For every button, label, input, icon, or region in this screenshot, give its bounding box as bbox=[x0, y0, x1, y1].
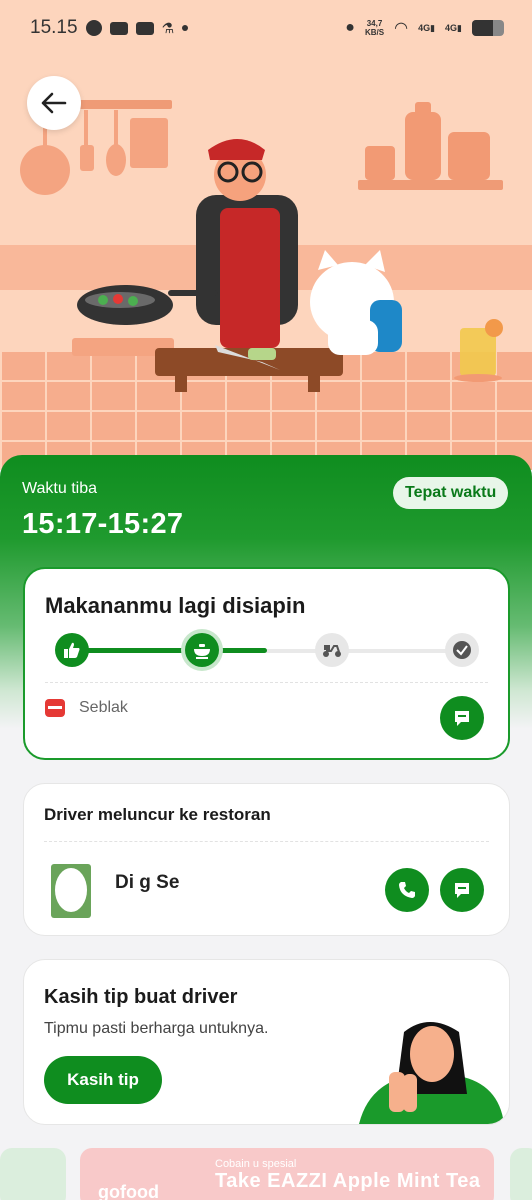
more-dot-icon bbox=[182, 25, 189, 31]
arrow-left-icon bbox=[41, 92, 67, 114]
kitchen-scene bbox=[20, 102, 503, 392]
order-progress bbox=[55, 633, 479, 669]
give-tip-button[interactable]: Kasih tip bbox=[44, 1056, 162, 1104]
ontime-badge: Tepat waktu bbox=[393, 477, 509, 509]
step-cooking bbox=[185, 633, 219, 667]
eta-time: 15:17-15:27 bbox=[22, 508, 184, 540]
order-item-row: Seblak bbox=[45, 699, 128, 717]
promo-card-main[interactable]: Cobain u spesial gofood Take EAZZI Apple… bbox=[80, 1148, 494, 1200]
avatar-face bbox=[55, 868, 87, 912]
step-delivering bbox=[315, 633, 349, 667]
hero-illustration bbox=[0, 0, 532, 470]
promo-strip: Cobain u spesial gofood Take EAZZI Apple… bbox=[0, 1148, 532, 1200]
signal-2: 4G▮ bbox=[445, 22, 462, 33]
driver-illustration bbox=[359, 1022, 504, 1124]
driver-status-title: Driver meluncur ke restoran bbox=[44, 805, 271, 824]
wifi-icon: ◠ bbox=[394, 20, 409, 37]
chat-icon bbox=[109, 21, 128, 35]
eta-label: Waktu tiba bbox=[22, 480, 97, 497]
location-icon: ● bbox=[345, 19, 355, 36]
signal-2-label: 4G bbox=[445, 22, 458, 33]
driver-avatar bbox=[51, 864, 91, 918]
promo-card-left[interactable] bbox=[0, 1148, 66, 1200]
battery-icon bbox=[472, 20, 504, 36]
promo-card-right[interactable] bbox=[510, 1148, 532, 1200]
driver-card: Driver meluncur ke restoran Di g Se bbox=[23, 783, 510, 936]
step-confirmed bbox=[55, 633, 89, 667]
call-driver-button[interactable] bbox=[385, 868, 429, 912]
net-speed-unit: KB/S bbox=[364, 28, 385, 37]
tip-subtitle: Tipmu pasti berharga untuknya. bbox=[44, 1020, 269, 1037]
cooking-icon bbox=[194, 644, 210, 659]
clock: 15.15 bbox=[30, 17, 78, 38]
tip-title: Kasih tip buat driver bbox=[44, 986, 238, 1008]
status-bar: 15.15 ⚗ ● 34,7 KB/S ◠ 4G▮ 4G▮ bbox=[0, 0, 532, 56]
driver-name: Di g Se bbox=[115, 872, 180, 893]
phone-icon bbox=[399, 882, 415, 898]
thumbs-up-icon bbox=[64, 642, 80, 658]
youtube-icon bbox=[135, 21, 154, 35]
status-left: 15.15 ⚗ bbox=[30, 17, 189, 39]
order-item-name: Seblak bbox=[79, 699, 128, 716]
battery-fill bbox=[472, 20, 493, 36]
order-status-card: Makananmu lagi disiapin Seblak bbox=[23, 567, 510, 760]
signal-1-label: 4G bbox=[418, 22, 431, 33]
status-right: ● 34,7 KB/S ◠ 4G▮ 4G▮ bbox=[345, 18, 504, 38]
back-button[interactable] bbox=[27, 76, 81, 130]
whatsapp-icon bbox=[85, 20, 102, 36]
chat-icon bbox=[455, 711, 469, 726]
chat-restaurant-button[interactable] bbox=[440, 696, 484, 740]
driver-divider bbox=[44, 841, 489, 842]
signal-1: 4G▮ bbox=[418, 22, 436, 33]
chat-icon bbox=[455, 883, 469, 898]
net-speed: 34,7 KB/S bbox=[365, 19, 384, 37]
net-speed-value: 34,7 bbox=[366, 19, 383, 28]
scooter-icon bbox=[323, 645, 341, 657]
status-divider bbox=[45, 682, 488, 683]
flask-icon: ⚗ bbox=[161, 19, 175, 36]
promo-title: Take EAZZI Apple Mint Tea bbox=[215, 1170, 481, 1192]
tip-card: Kasih tip buat driver Tipmu pasti berhar… bbox=[23, 959, 510, 1125]
restaurant-icon bbox=[45, 699, 65, 717]
promo-tag: Cobain u spesial bbox=[215, 1158, 297, 1170]
check-icon bbox=[453, 641, 471, 659]
chat-driver-button[interactable] bbox=[440, 868, 484, 912]
step-done bbox=[445, 633, 479, 667]
progress-fill bbox=[71, 648, 267, 653]
gofood-logo: gofood bbox=[98, 1182, 159, 1200]
status-title: Makananmu lagi disiapin bbox=[45, 593, 306, 618]
